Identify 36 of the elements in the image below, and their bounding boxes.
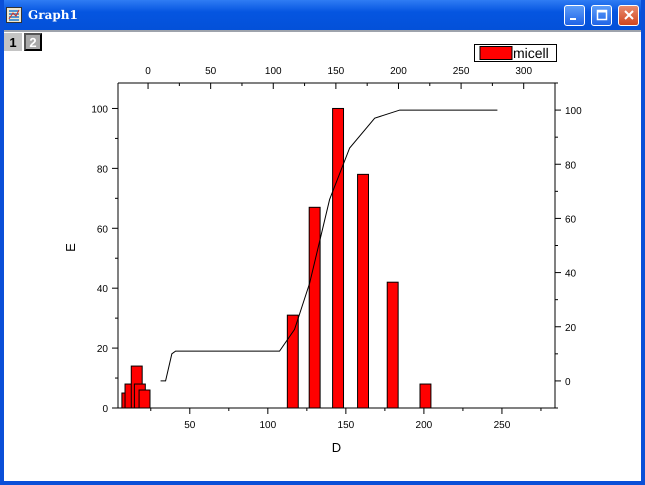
tick-label: 200 bbox=[390, 66, 407, 77]
window-title: Graph1 bbox=[28, 8, 79, 22]
tick-label: 80 bbox=[565, 160, 576, 172]
layer-tab[interactable]: 1 bbox=[4, 33, 22, 51]
tick-label: 250 bbox=[452, 66, 470, 77]
close-icon bbox=[622, 9, 634, 21]
tick-label: 50 bbox=[184, 420, 196, 431]
tick-label: 0 bbox=[102, 404, 108, 415]
y-axis-title: E bbox=[63, 243, 78, 252]
tick-label: 250 bbox=[494, 420, 510, 431]
tick-label: 40 bbox=[565, 268, 576, 280]
graph-icon bbox=[6, 7, 22, 23]
tick-label: 200 bbox=[416, 420, 432, 431]
maximize-button[interactable] bbox=[591, 4, 612, 26]
tick-label: 100 bbox=[565, 106, 582, 118]
tick-label: 300 bbox=[515, 66, 532, 77]
tick-label: 150 bbox=[328, 66, 344, 77]
tick-label: 50 bbox=[205, 66, 216, 77]
tick-label: 100 bbox=[259, 420, 276, 431]
tick-label: 60 bbox=[565, 214, 576, 226]
tick-label: 80 bbox=[96, 164, 108, 176]
maximize-icon bbox=[596, 9, 608, 21]
tick-label: 0 bbox=[145, 66, 151, 77]
tick-label: 20 bbox=[96, 344, 108, 356]
tick-label: 100 bbox=[91, 104, 108, 116]
legend: micell bbox=[474, 44, 557, 62]
tick-label: 100 bbox=[264, 66, 282, 77]
tick-label: 60 bbox=[96, 224, 108, 236]
close-button[interactable] bbox=[618, 4, 639, 26]
minimize-button[interactable] bbox=[564, 4, 585, 26]
tick-label: 0 bbox=[565, 376, 571, 388]
tick-label: 150 bbox=[338, 420, 354, 431]
tick-label: 40 bbox=[96, 284, 108, 296]
x-axis-title: D bbox=[332, 440, 342, 455]
tick-label: 20 bbox=[565, 322, 576, 334]
minimize-icon bbox=[570, 18, 576, 20]
